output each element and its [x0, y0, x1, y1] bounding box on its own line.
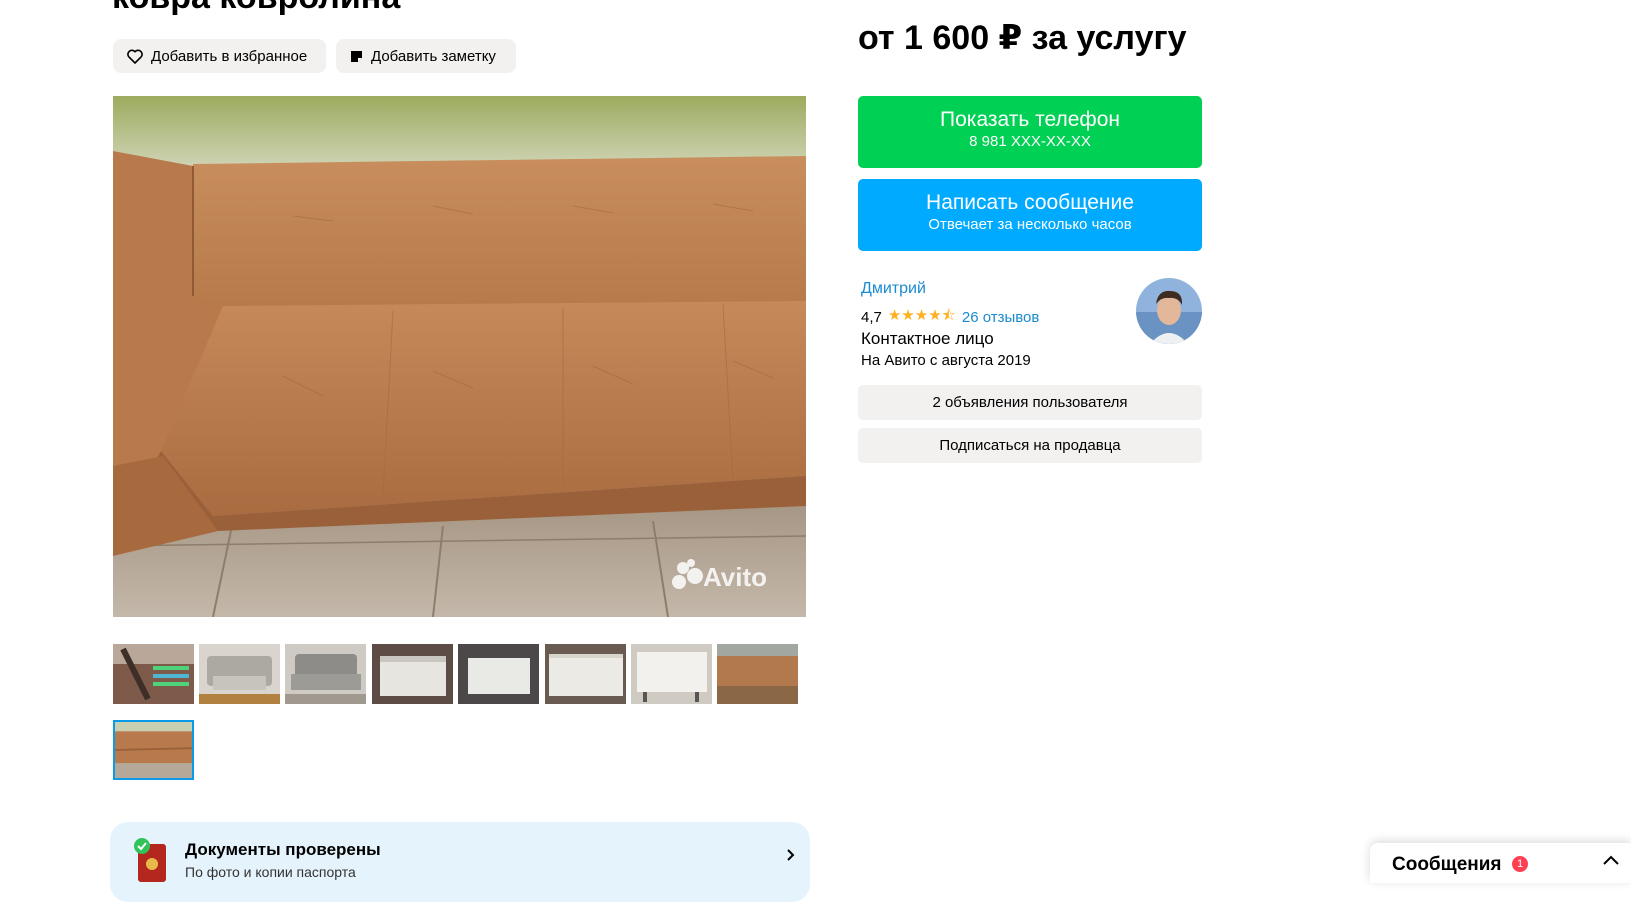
thumbnail[interactable]: [372, 644, 453, 704]
unread-badge: 1: [1512, 856, 1528, 872]
avatar[interactable]: [1136, 278, 1202, 344]
rating-stars-icon: ★★★★⯪: [887, 307, 956, 324]
messages-widget[interactable]: Сообщения 1: [1370, 843, 1631, 883]
seller-since: На Авито с августа 2019: [861, 352, 1031, 369]
favorite-label: Добавить в избранное: [151, 47, 308, 65]
thumbnail[interactable]: [545, 644, 626, 704]
documents-subtitle: По фото и копии паспорта: [185, 864, 356, 880]
add-note-button[interactable]: Добавить заметку: [336, 39, 516, 73]
chevron-right-icon: [786, 846, 796, 867]
price: от 1 600 ₽ за услугу: [858, 19, 1187, 57]
add-to-favorites-button[interactable]: Добавить в избранное: [113, 39, 326, 73]
reviews-link[interactable]: 26 отзывов: [962, 309, 1040, 326]
show-phone-button[interactable]: Показать телефон 8 981 XXX-XX-XX: [858, 96, 1202, 168]
thumbnail[interactable]: [199, 644, 280, 704]
passport-icon: [130, 836, 170, 889]
subscribe-label: Подписаться на продавца: [939, 437, 1121, 454]
chevron-up-icon[interactable]: [1602, 853, 1620, 871]
thumbnail[interactable]: [717, 644, 798, 704]
thumbnail[interactable]: [285, 644, 366, 704]
seller-name-link[interactable]: Дмитрий: [861, 280, 926, 298]
write-message-button[interactable]: Написать сообщение Отвечает за несколько…: [858, 179, 1202, 251]
thumbnail-active[interactable]: [113, 720, 194, 780]
user-listings-button[interactable]: 2 объявления пользователя: [858, 385, 1202, 420]
thumbnail[interactable]: [458, 644, 539, 704]
listing-title: ковра ковролина: [112, 0, 400, 17]
show-phone-label: Показать телефон: [940, 108, 1120, 131]
user-listings-label: 2 объявления пользователя: [932, 394, 1128, 411]
note-label: Добавить заметку: [371, 47, 496, 65]
heart-icon: [127, 49, 143, 64]
phone-masked: 8 981 XXX-XX-XX: [969, 133, 1091, 150]
avito-watermark: Avito: [703, 562, 767, 592]
subscribe-seller-button[interactable]: Подписаться на продавца: [858, 428, 1202, 463]
seller-rating: 4,7 ★★★★⯪ 26 отзывов: [861, 305, 1039, 330]
write-message-label: Написать сообщение: [926, 191, 1134, 214]
documents-title: Документы проверены: [185, 840, 381, 859]
main-photo[interactable]: Avito: [113, 96, 806, 617]
seller-role: Контактное лицо: [861, 329, 994, 348]
response-time: Отвечает за несколько часов: [928, 216, 1132, 233]
documents-verified-banner[interactable]: Документы проверены По фото и копии пасп…: [110, 822, 810, 902]
rating-value: 4,7: [861, 309, 882, 326]
messages-label: Сообщения: [1392, 854, 1502, 875]
thumbnail[interactable]: [113, 644, 194, 704]
thumbnail[interactable]: [631, 644, 712, 704]
note-icon: [350, 50, 363, 63]
